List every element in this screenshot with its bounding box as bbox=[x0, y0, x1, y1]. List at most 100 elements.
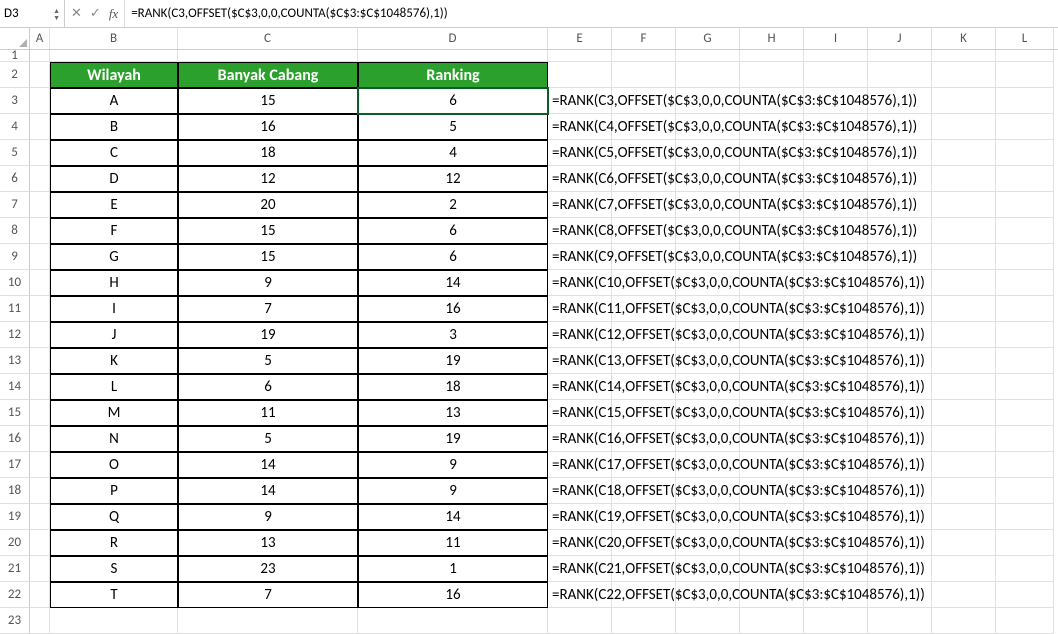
cell[interactable] bbox=[932, 88, 996, 114]
cell[interactable] bbox=[996, 114, 1054, 140]
cell[interactable] bbox=[548, 62, 612, 88]
cell[interactable] bbox=[932, 322, 996, 348]
wilayah-cell[interactable]: H bbox=[50, 270, 178, 296]
cell[interactable] bbox=[30, 140, 50, 166]
cell[interactable] bbox=[996, 50, 1054, 62]
formula-text-cell[interactable]: =RANK(C13,OFFSET($C$3,0,0,COUNTA($C$3:$C… bbox=[548, 348, 612, 374]
cell[interactable] bbox=[30, 608, 50, 634]
col-header[interactable]: F bbox=[612, 28, 676, 49]
cell[interactable] bbox=[548, 608, 612, 634]
ranking-cell[interactable]: 16 bbox=[358, 296, 548, 322]
row-header[interactable]: 15 bbox=[0, 400, 30, 426]
cancel-icon[interactable]: ✕ bbox=[71, 6, 82, 21]
cell[interactable] bbox=[358, 50, 548, 62]
cell[interactable] bbox=[932, 166, 996, 192]
wilayah-cell[interactable]: A bbox=[50, 88, 178, 114]
formula-input[interactable]: =RANK(C3,OFFSET($C$3,0,0,COUNTA($C$3:$C$… bbox=[125, 0, 1058, 27]
cell[interactable] bbox=[30, 218, 50, 244]
cell[interactable] bbox=[996, 348, 1054, 374]
cell[interactable] bbox=[932, 50, 996, 62]
col-header[interactable]: L bbox=[996, 28, 1054, 49]
col-header[interactable]: G bbox=[676, 28, 740, 49]
banyak-cell[interactable]: 18 bbox=[178, 140, 358, 166]
row-header[interactable]: 11 bbox=[0, 296, 30, 322]
cell[interactable] bbox=[932, 608, 996, 634]
formula-text-cell[interactable]: =RANK(C19,OFFSET($C$3,0,0,COUNTA($C$3:$C… bbox=[548, 504, 612, 530]
wilayah-cell[interactable]: N bbox=[50, 426, 178, 452]
row-header[interactable]: 23 bbox=[0, 608, 30, 634]
cell[interactable] bbox=[996, 244, 1054, 270]
wilayah-cell[interactable]: E bbox=[50, 192, 178, 218]
col-header[interactable]: K bbox=[932, 28, 996, 49]
cell[interactable] bbox=[932, 582, 996, 608]
col-header[interactable]: B bbox=[50, 28, 178, 49]
cell[interactable] bbox=[932, 374, 996, 400]
cell[interactable] bbox=[932, 270, 996, 296]
formula-text-cell[interactable]: =RANK(C9,OFFSET($C$3,0,0,COUNTA($C$3:$C$… bbox=[548, 244, 612, 270]
cell[interactable] bbox=[868, 50, 932, 62]
cell[interactable] bbox=[178, 50, 358, 62]
ranking-cell[interactable]: 16 bbox=[358, 582, 548, 608]
cell[interactable] bbox=[932, 192, 996, 218]
cell[interactable] bbox=[30, 374, 50, 400]
cell[interactable] bbox=[996, 296, 1054, 322]
cell[interactable] bbox=[932, 244, 996, 270]
banyak-cell[interactable]: 14 bbox=[178, 452, 358, 478]
cell[interactable] bbox=[804, 608, 868, 634]
row-header[interactable]: 2 bbox=[0, 62, 30, 88]
wilayah-cell[interactable]: B bbox=[50, 114, 178, 140]
col-header[interactable]: I bbox=[804, 28, 868, 49]
banyak-cell[interactable]: 12 bbox=[178, 166, 358, 192]
ranking-cell[interactable]: 1 bbox=[358, 556, 548, 582]
formula-text-cell[interactable]: =RANK(C15,OFFSET($C$3,0,0,COUNTA($C$3:$C… bbox=[548, 400, 612, 426]
cell[interactable] bbox=[932, 400, 996, 426]
enter-icon[interactable]: ✓ bbox=[90, 6, 101, 21]
formula-text-cell[interactable]: =RANK(C22,OFFSET($C$3,0,0,COUNTA($C$3:$C… bbox=[548, 582, 612, 608]
row-header[interactable]: 4 bbox=[0, 114, 30, 140]
cell[interactable] bbox=[996, 452, 1054, 478]
banyak-cell[interactable]: 5 bbox=[178, 348, 358, 374]
cell[interactable] bbox=[178, 608, 358, 634]
cell[interactable] bbox=[932, 556, 996, 582]
cell[interactable] bbox=[30, 322, 50, 348]
formula-text-cell[interactable]: =RANK(C18,OFFSET($C$3,0,0,COUNTA($C$3:$C… bbox=[548, 478, 612, 504]
formula-text-cell[interactable]: =RANK(C17,OFFSET($C$3,0,0,COUNTA($C$3:$C… bbox=[548, 452, 612, 478]
ranking-cell[interactable]: 11 bbox=[358, 530, 548, 556]
cell[interactable] bbox=[740, 50, 804, 62]
banyak-cell[interactable]: 15 bbox=[178, 244, 358, 270]
cell[interactable] bbox=[30, 452, 50, 478]
table-header-wilayah[interactable]: Wilayah bbox=[50, 62, 178, 88]
banyak-cell[interactable]: 13 bbox=[178, 530, 358, 556]
banyak-cell[interactable]: 15 bbox=[178, 88, 358, 114]
row-header[interactable]: 20 bbox=[0, 530, 30, 556]
cell[interactable] bbox=[932, 426, 996, 452]
wilayah-cell[interactable]: C bbox=[50, 140, 178, 166]
cell[interactable] bbox=[612, 62, 676, 88]
formula-text-cell[interactable]: =RANK(C6,OFFSET($C$3,0,0,COUNTA($C$3:$C$… bbox=[548, 166, 612, 192]
wilayah-cell[interactable]: M bbox=[50, 400, 178, 426]
cell[interactable] bbox=[30, 556, 50, 582]
cell[interactable] bbox=[30, 348, 50, 374]
formula-text-cell[interactable]: =RANK(C10,OFFSET($C$3,0,0,COUNTA($C$3:$C… bbox=[548, 270, 612, 296]
ranking-cell[interactable]: 5 bbox=[358, 114, 548, 140]
banyak-cell[interactable]: 7 bbox=[178, 582, 358, 608]
cell[interactable] bbox=[996, 478, 1054, 504]
row-header[interactable]: 18 bbox=[0, 478, 30, 504]
col-header[interactable]: A bbox=[30, 28, 50, 49]
banyak-cell[interactable]: 5 bbox=[178, 426, 358, 452]
row-header[interactable]: 19 bbox=[0, 504, 30, 530]
cell[interactable] bbox=[30, 504, 50, 530]
cell[interactable] bbox=[996, 374, 1054, 400]
cell[interactable] bbox=[30, 192, 50, 218]
cell[interactable] bbox=[996, 322, 1054, 348]
wilayah-cell[interactable]: Q bbox=[50, 504, 178, 530]
row-header[interactable]: 14 bbox=[0, 374, 30, 400]
cell[interactable] bbox=[30, 426, 50, 452]
cell[interactable] bbox=[996, 400, 1054, 426]
wilayah-cell[interactable]: F bbox=[50, 218, 178, 244]
wilayah-cell[interactable]: O bbox=[50, 452, 178, 478]
wilayah-cell[interactable]: K bbox=[50, 348, 178, 374]
cell[interactable] bbox=[50, 608, 178, 634]
banyak-cell[interactable]: 20 bbox=[178, 192, 358, 218]
col-header[interactable]: C bbox=[178, 28, 358, 49]
